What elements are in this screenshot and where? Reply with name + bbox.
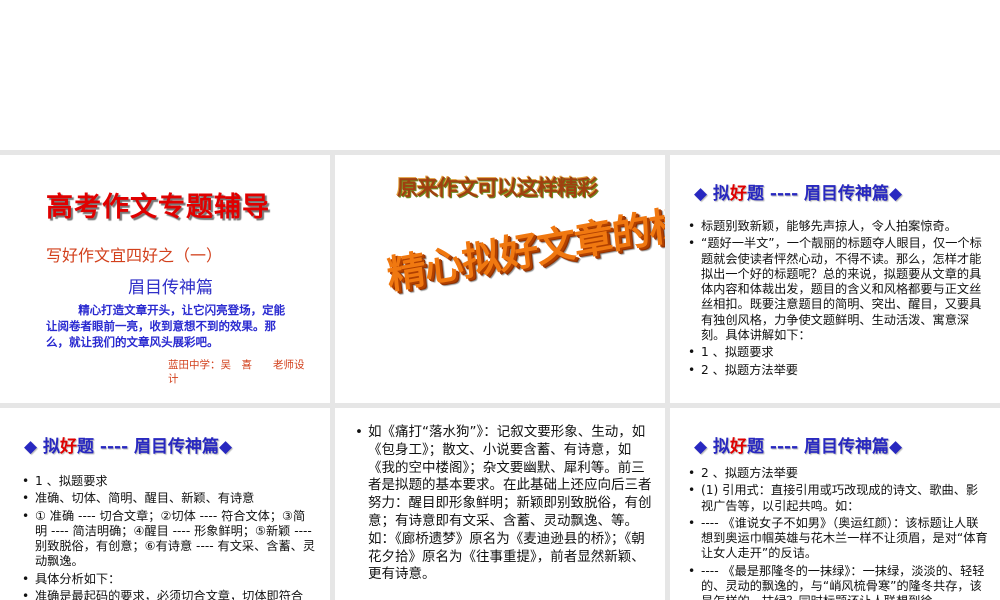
wordart-subtitle: 原来作文可以这样精彩 <box>397 176 598 200</box>
slide-thumbnail-5[interactable]: 如《痛打“落水狗”》：记叙文要形象、生动，如《包身工》；散文、小说要含蓄、有诗意… <box>335 408 665 600</box>
bullet-list: 如《痛打“落水狗”》：记叙文要形象、生动，如《包身工》；散文、小说要含蓄、有诗意… <box>355 424 655 586</box>
bullet-item: 2 、拟题方法举要 <box>688 363 988 379</box>
slide-subtitle: 写好作文宜四好之（一） <box>46 246 223 265</box>
slide-thumbnail-3[interactable]: ◆ 拟好题 ---- 眉目传神篇◆ 标题别致新颖，能够先声掠人，令人拍案惊奇。 … <box>670 155 1000 403</box>
slide-title: 高考作文专题辅导 <box>46 192 270 223</box>
bullet-item: 如《痛打“落水狗”》：记叙文要形象、生动，如《包身工》；散文、小说要含蓄、有诗意… <box>355 424 655 584</box>
slide-thumbnail-1[interactable]: 高考作文专题辅导 写好作文宜四好之（一） 眉目传神篇 精心打造文章开头，让它闪亮… <box>0 155 330 403</box>
slide-header: ◆ 拟好题 ---- 眉目传神篇◆ <box>694 432 902 457</box>
wordart-title: 精心拟好文章的标题 <box>385 194 665 299</box>
bullet-item: 1 、拟题要求 <box>22 474 316 490</box>
header-red: 好 <box>730 437 747 457</box>
bullet-item: ---- 《谁说女子不如男》（奥运红颜）：该标题让人联想到奥运巾帼英雄与花木兰一… <box>688 516 990 562</box>
header-red: 好 <box>730 184 747 204</box>
header-suffix: 题 ---- 眉目传神篇◆ <box>747 184 903 204</box>
bullet-item: 准确、切体、简明、醒目、新颖、有诗意 <box>22 491 316 507</box>
bullet-item: 标题别致新颖，能够先声掠人，令人拍案惊奇。 <box>688 219 988 235</box>
slide-header: ◆ 拟好题 ---- 眉目传神篇◆ <box>694 179 902 204</box>
bullet-item: 准确是最起码的要求，必须切合文章，切体即符合 <box>22 589 316 600</box>
bullet-list: 1 、拟题要求 准确、切体、简明、醒目、新颖、有诗意 ① 准确 ---- 切合文… <box>22 474 316 600</box>
bullet-item: “题好一半文”，一个靓丽的标题夺人眼目，仅一个标题就会使读者怦然心动，不得不读。… <box>688 236 988 343</box>
bullet-list: 2 、拟题方法举要 (1) 引用式：直接引用或巧改现成的诗文、歌曲、影视广告等，… <box>688 466 990 600</box>
slide-author: 蓝田中学：吴 喜 老师设计 <box>168 359 305 385</box>
header-prefix: ◆ 拟 <box>24 437 60 457</box>
slide-header: ◆ 拟好题 ---- 眉目传神篇◆ <box>24 432 232 457</box>
bullet-item: 1 、拟题要求 <box>688 345 988 361</box>
header-suffix: 题 ---- 眉目传神篇◆ <box>77 437 233 457</box>
slide-thumbnail-6[interactable]: ◆ 拟好题 ---- 眉目传神篇◆ 2 、拟题方法举要 (1) 引用式：直接引用… <box>670 408 1000 600</box>
header-red: 好 <box>60 437 77 457</box>
bullet-item: (1) 引用式：直接引用或巧改现成的诗文、歌曲、影视广告等，以引起共鸣。如： <box>688 483 990 514</box>
header-prefix: ◆ 拟 <box>694 184 730 204</box>
bullet-list: 标题别致新颖，能够先声掠人，令人拍案惊奇。 “题好一半文”，一个靓丽的标题夺人眼… <box>688 219 988 380</box>
slide-paragraph: 精心打造文章开头，让它闪亮登场，定能让阅卷者眼前一亮，收到意想不到的效果。那么，… <box>46 303 286 349</box>
bullet-item: ---- 《最是那隆冬的一抹绿》：一抹绿，淡淡的、轻轻的、灵动的飘逸的，与“峭风… <box>688 564 990 600</box>
header-suffix: 题 ---- 眉目传神篇◆ <box>747 437 903 457</box>
bullet-item: ① 准确 ---- 切合文章；②切体 ---- 符合文体；③简明 ---- 简洁… <box>22 509 316 570</box>
slide-thumbnail-2[interactable]: 原来作文可以这样精彩 精心拟好文章的标题 <box>335 155 665 403</box>
slide-heading: 眉目传神篇 <box>128 278 213 298</box>
slide-thumbnail-4[interactable]: ◆ 拟好题 ---- 眉目传神篇◆ 1 、拟题要求 准确、切体、简明、醒目、新颖… <box>0 408 330 600</box>
header-prefix: ◆ 拟 <box>694 437 730 457</box>
bullet-item: 2 、拟题方法举要 <box>688 466 990 482</box>
top-blank-area <box>0 0 1000 150</box>
bullet-item: 具体分析如下： <box>22 572 316 588</box>
